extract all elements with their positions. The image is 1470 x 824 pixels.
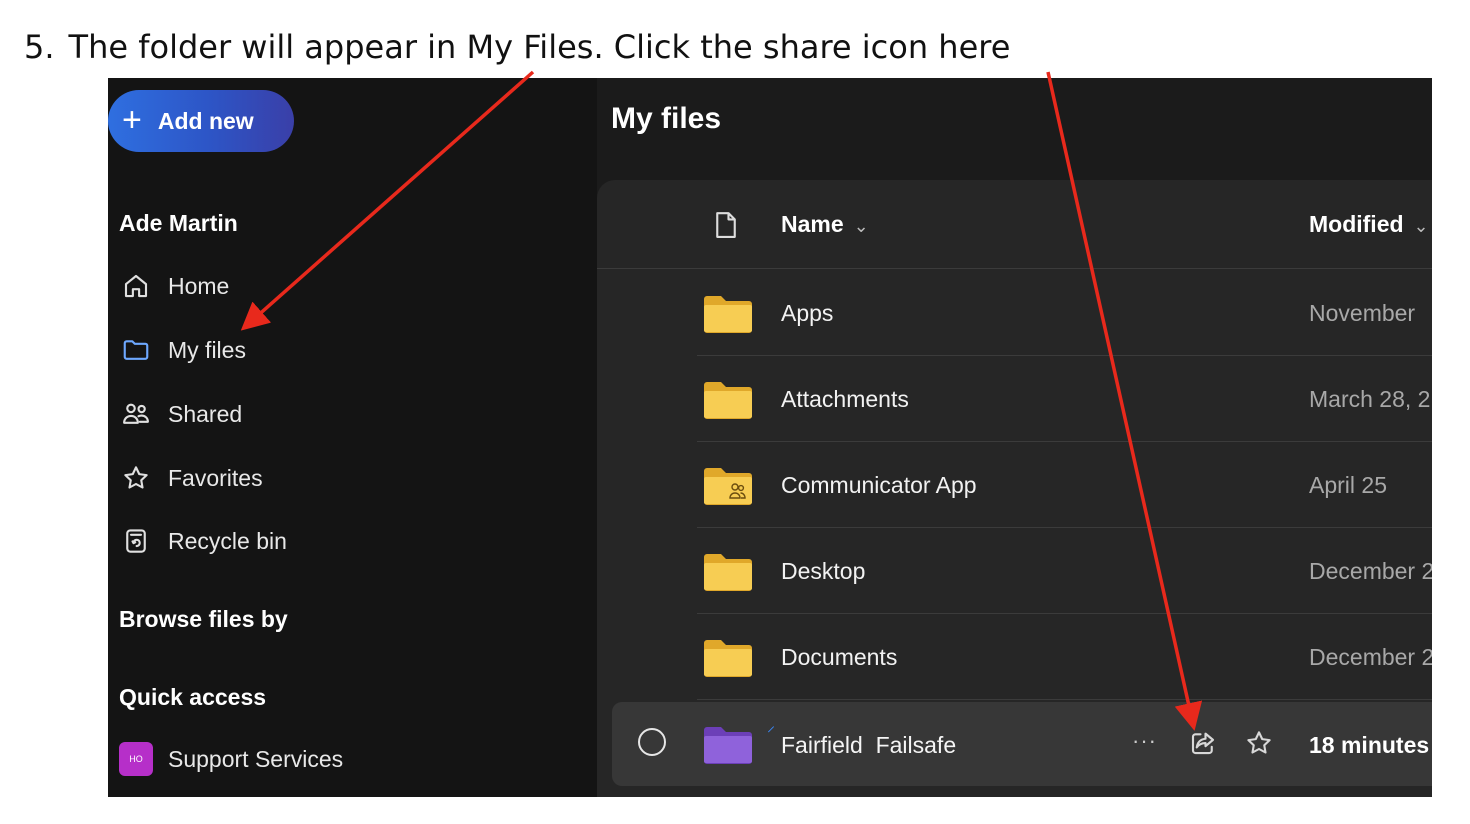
folder-icon: [702, 639, 754, 682]
file-name[interactable]: Apps: [781, 300, 833, 327]
nav-label: My files: [168, 336, 246, 363]
nav-item-recycle-bin[interactable]: Recycle bin: [119, 521, 287, 561]
plus-icon: +: [122, 100, 142, 139]
file-name[interactable]: Communicator App: [781, 472, 977, 499]
nav-label: Shared: [168, 400, 243, 427]
people-icon: [119, 397, 153, 431]
modified-date: November: [1309, 300, 1416, 326]
table-row[interactable]: Desktop December 2: [697, 528, 1432, 614]
favorite-star-icon[interactable]: [1244, 728, 1274, 763]
shared-folder-icon: [702, 467, 754, 510]
chevron-down-icon: ⌄: [853, 216, 869, 236]
file-type-icon: [713, 210, 739, 245]
add-new-label: Add new: [157, 107, 254, 134]
sidebar: + Add new Ade Martin Home My files Share…: [108, 78, 597, 797]
site-badge-icon: HO: [119, 742, 153, 776]
nav-item-shared[interactable]: Shared: [119, 394, 242, 434]
table-row-selected[interactable]: ⸝ Fairfield Failsafe ··· 18 minutes: [612, 702, 1432, 786]
folder-icon: [702, 553, 754, 596]
modified-date: 18 minutes: [1309, 732, 1430, 758]
nav-label: Home: [168, 272, 230, 299]
table-row[interactable]: Documents December 2: [697, 614, 1432, 700]
modified-date: December 2: [1309, 644, 1432, 670]
file-name[interactable]: Attachments: [781, 386, 909, 413]
quick-access-heading: Quick access: [119, 684, 267, 710]
column-header-name[interactable]: Name ⌄: [781, 211, 869, 238]
file-name[interactable]: Fairfield Failsafe: [781, 732, 956, 759]
file-name[interactable]: Desktop: [781, 558, 865, 585]
table-row[interactable]: Communicator App April 25: [697, 442, 1432, 528]
step-number: 5.: [24, 28, 55, 66]
folder-icon: [702, 726, 754, 769]
column-header-modified[interactable]: Modified ⌄: [1309, 211, 1429, 238]
quick-access-label: Support Services: [168, 745, 344, 772]
onedrive-screenshot: + Add new Ade Martin Home My files Share…: [108, 78, 1432, 797]
nav-label: Recycle bin: [168, 527, 287, 554]
nav-item-home[interactable]: Home: [119, 266, 229, 306]
modified-date: April 25: [1309, 472, 1387, 498]
row-select-radio[interactable]: [638, 728, 666, 756]
user-name: Ade Martin: [119, 210, 238, 236]
modified-date: March 28, 2: [1309, 386, 1431, 412]
add-new-button[interactable]: + Add new: [108, 90, 294, 152]
column-modified-label: Modified: [1309, 211, 1404, 237]
instruction-caption: 5. The folder will appear in My Files. Cl…: [24, 28, 1010, 66]
nav-label: Favorites: [168, 464, 263, 491]
recycle-bin-icon: [119, 524, 153, 558]
folder-icon: [702, 295, 754, 338]
file-list-panel: Name ⌄ Modified ⌄ Apps November Attachment…: [597, 180, 1432, 797]
quick-access-item-support-services[interactable]: HO Support Services: [119, 739, 343, 779]
table-row[interactable]: Apps November: [697, 270, 1432, 356]
share-icon[interactable]: [1188, 728, 1218, 763]
column-name-label: Name: [781, 211, 844, 237]
nav-item-favorites[interactable]: Favorites: [119, 458, 263, 498]
modified-date: December 2: [1309, 558, 1432, 584]
chevron-down-icon: ⌄: [1413, 216, 1429, 236]
file-name[interactable]: Documents: [781, 644, 897, 671]
browse-files-by-heading: Browse files by: [119, 606, 288, 632]
nav-item-my-files[interactable]: My files: [119, 330, 246, 370]
new-item-sparkle-icon: ⸝: [767, 718, 776, 735]
page-title: My files: [611, 102, 722, 135]
table-row[interactable]: Attachments March 28, 2: [697, 356, 1432, 442]
folder-icon: [702, 381, 754, 424]
home-icon: [119, 269, 153, 303]
step-text: The folder will appear in My Files. Clic…: [68, 28, 1011, 66]
folder-icon: [119, 333, 153, 367]
more-options-icon[interactable]: ···: [1132, 728, 1157, 754]
star-icon: [119, 461, 153, 495]
file-list-header: Name ⌄ Modified ⌄: [597, 180, 1432, 269]
